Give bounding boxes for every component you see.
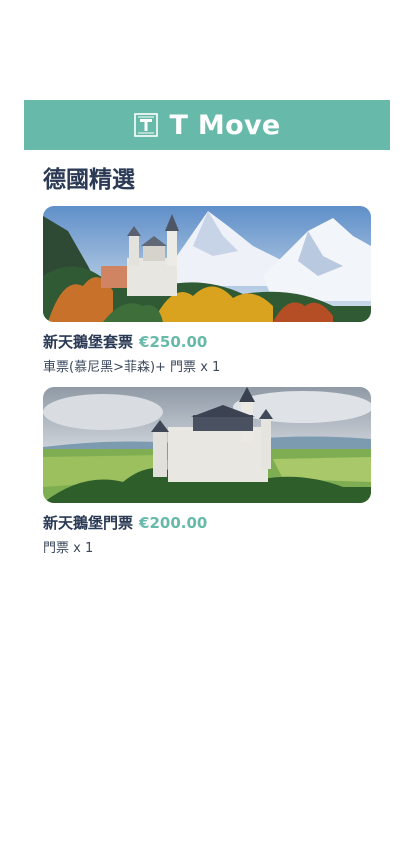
card-title-row: 新天鵝堡門票 €200.00 xyxy=(43,512,371,533)
product-price: €200.00 xyxy=(139,514,208,532)
t-logo-icon xyxy=(133,113,158,137)
castle-summer-image[interactable] xyxy=(43,387,371,503)
product-card[interactable]: 新天鵝堡門票 €200.00 門票 x 1 xyxy=(43,387,371,556)
product-card[interactable]: 新天鵝堡套票 €250.00 車票(慕尼黑>菲森)+ 門票 x 1 xyxy=(43,206,371,375)
product-name: 新天鵝堡套票 xyxy=(43,333,134,351)
product-description: 車票(慕尼黑>菲森)+ 門票 x 1 xyxy=(43,360,221,375)
product-price: €250.00 xyxy=(139,333,208,351)
castle-autumn-image[interactable] xyxy=(43,206,371,322)
section-title: 德國精選 xyxy=(43,167,135,193)
app-header: T Move xyxy=(24,100,390,150)
product-description: 門票 x 1 xyxy=(43,541,94,556)
app-title: T Move xyxy=(169,109,281,141)
product-name: 新天鵝堡門票 xyxy=(43,514,134,532)
card-title-row: 新天鵝堡套票 €250.00 xyxy=(43,331,371,352)
